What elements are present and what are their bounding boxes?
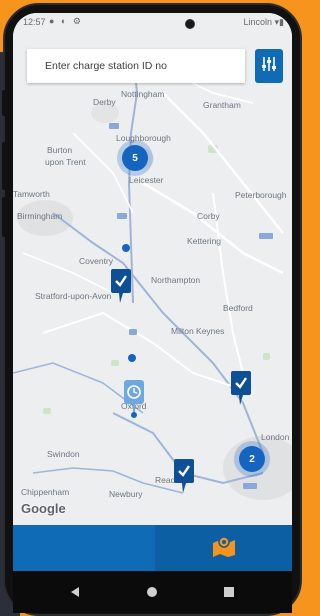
bottom-nav [13, 525, 292, 571]
town-tamworth: Tamworth [13, 189, 50, 199]
nav-tab-map[interactable] [155, 525, 292, 571]
cluster-count: 5 [132, 152, 138, 164]
charger-check-marker-icon[interactable] [174, 459, 194, 493]
status-right: Lincoln ▾▮ [243, 17, 284, 28]
town-london: London [261, 432, 290, 442]
town-kettering: Kettering [187, 236, 221, 246]
signal-icon: ▾▮ [274, 17, 284, 27]
town-peterborough: Peterborough [235, 190, 287, 200]
status-notification-icons: ● ◐ ⚙ [49, 16, 83, 26]
cluster-marker[interactable]: 5 [122, 145, 148, 171]
charger-check-marker-icon[interactable] [231, 371, 251, 405]
status-time: 12:57 [23, 17, 46, 27]
power-button [2, 197, 6, 237]
station-dot[interactable] [127, 353, 137, 363]
cluster-count: 2 [249, 453, 255, 465]
search-placeholder: Enter charge station ID no [45, 60, 167, 72]
town-birmingham: Birmingham [17, 211, 62, 221]
town-coventry: Coventry [79, 256, 114, 266]
search-input[interactable]: Enter charge station ID no [27, 49, 245, 83]
town-northampton: Northampton [151, 275, 200, 285]
recents-square-icon[interactable] [223, 585, 235, 603]
town-derby: Derby [93, 97, 116, 107]
status-bar: 12:57 ● ◐ ⚙ Lincoln ▾▮ [13, 13, 292, 37]
town-nottingham: Nottingham [121, 89, 164, 99]
sliders-icon [261, 56, 277, 77]
status-carrier: Lincoln [243, 17, 272, 27]
town-newbury: Newbury [109, 489, 143, 499]
town-upon-trent: upon Trent [45, 157, 86, 167]
town-stratford: Stratford-upon-Avon [35, 291, 112, 301]
charger-check-marker-icon[interactable] [111, 269, 131, 303]
town-corby: Corby [197, 211, 220, 221]
town-swindon: Swindon [47, 449, 80, 459]
town-grantham: Grantham [203, 100, 241, 110]
cluster-marker[interactable]: 2 [239, 446, 265, 472]
town-bedford: Bedford [223, 303, 253, 313]
town-chippenham: Chippenham [21, 487, 69, 497]
town-loughborough: Loughborough [116, 133, 171, 143]
charger-clock-marker-icon[interactable] [124, 380, 144, 420]
town-leicester: Leicester [129, 175, 164, 185]
volume-down-button [2, 142, 6, 190]
map-icon [212, 535, 236, 562]
google-attribution: Google [21, 501, 66, 516]
filter-button[interactable] [255, 49, 283, 83]
back-triangle-icon[interactable] [69, 585, 81, 603]
town-burton: Burton [47, 145, 72, 155]
station-dot[interactable] [121, 243, 131, 253]
system-nav-bar [13, 571, 292, 613]
nav-tab-list[interactable] [13, 525, 155, 571]
app-screen: Derby Nottingham Grantham Loughborough B… [13, 13, 292, 613]
town-milton-keynes: Milton Keynes [171, 326, 224, 336]
volume-up-button [2, 90, 6, 116]
front-camera [185, 19, 195, 29]
home-circle-icon[interactable] [146, 585, 158, 603]
